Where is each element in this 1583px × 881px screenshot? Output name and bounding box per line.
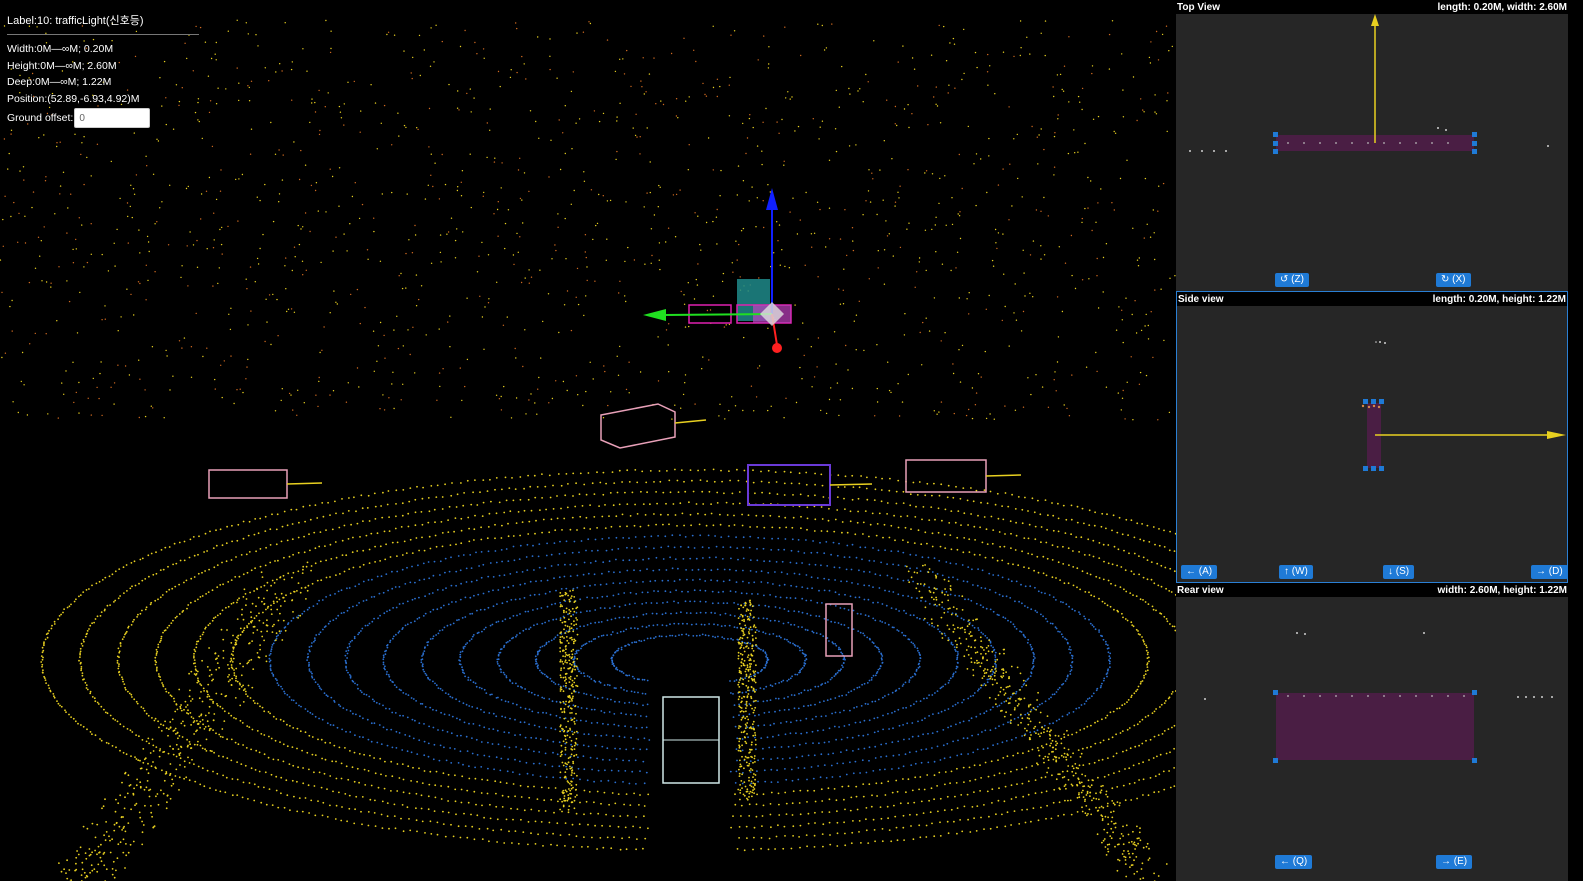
rotate-rear-left-button[interactable]: ← (Q) (1275, 855, 1313, 869)
top-view-panel[interactable]: Top View length: 0.20M, width: 2.60M ↺ (… (1176, 0, 1568, 291)
heading-arrow-icon (1547, 431, 1566, 439)
rear-view-points (1204, 632, 1553, 700)
move-left-button[interactable]: ← (A) (1181, 565, 1218, 579)
point-cloud (0, 19, 1176, 881)
bbox-car-right[interactable] (905, 459, 1022, 493)
position-readout: Position:(52.89,-6.93,4.92)M (7, 92, 140, 105)
rear-view-box[interactable] (1276, 693, 1474, 760)
rear-view-title: Rear view (1177, 584, 1224, 596)
z-axis-arrow-icon[interactable] (766, 188, 778, 210)
label-title: Label:10: trafficLight(신호등) (7, 10, 199, 35)
ground-offset-label: Ground offset: (7, 111, 74, 124)
x-axis-handle-icon[interactable] (772, 343, 782, 353)
bbox-car-center[interactable] (747, 464, 873, 506)
deep-readout: Deep:0M—∞M; 1.22M (7, 76, 112, 88)
move-down-button[interactable]: ↓ (S) (1383, 565, 1415, 579)
bbox-car-left[interactable] (208, 469, 323, 499)
width-readout: Width:0M—∞M; 0.20M (7, 43, 114, 55)
height-readout: Height:0M—∞M; 2.60M (7, 59, 117, 72)
bbox-ego-vehicle[interactable] (662, 696, 720, 784)
selected-label-info-panel: Label:10: trafficLight(신호등) Width:0M—∞M;… (7, 10, 199, 128)
ground-offset-input[interactable] (74, 108, 151, 128)
gizmo-axis-y[interactable] (663, 313, 773, 316)
rotate-left-button[interactable]: ↺ (Z) (1275, 273, 1309, 287)
heading-arrow-icon (1371, 14, 1379, 26)
rear-view-dimensions: width: 2.60M, height: 1.22M (1437, 584, 1567, 596)
top-view-dimensions: length: 0.20M, width: 2.60M (1437, 1, 1567, 13)
rotate-right-button[interactable]: ↻ (X) (1436, 273, 1471, 287)
transform-gizmo[interactable] (643, 188, 784, 353)
top-view-canvas[interactable] (1176, 14, 1568, 291)
rear-view-canvas[interactable] (1176, 597, 1568, 881)
side-view-points (1375, 341, 1386, 344)
side-view-panel[interactable]: Side view length: 0.20M, height: 1.22M ←… (1176, 291, 1568, 583)
side-view-canvas[interactable] (1177, 306, 1567, 582)
move-right-button[interactable]: → (D) (1531, 565, 1568, 579)
rear-view-panel[interactable]: Rear view width: 2.60M, height: 1.22M ← … (1176, 583, 1568, 881)
point-cloud-canvas[interactable] (0, 0, 1176, 881)
top-view-title: Top View (1177, 1, 1220, 13)
rotate-rear-right-button[interactable]: → (E) (1436, 855, 1473, 869)
bbox-car-center-far[interactable] (600, 403, 707, 449)
y-axis-arrow-icon[interactable] (643, 309, 666, 321)
move-up-button[interactable]: ↑ (W) (1279, 565, 1313, 579)
side-view-dimensions: length: 0.20M, height: 1.22M (1432, 293, 1566, 305)
point-cloud-3d-view[interactable]: Label:10: trafficLight(신호등) Width:0M—∞M;… (0, 0, 1176, 881)
side-view-title: Side view (1178, 293, 1224, 305)
